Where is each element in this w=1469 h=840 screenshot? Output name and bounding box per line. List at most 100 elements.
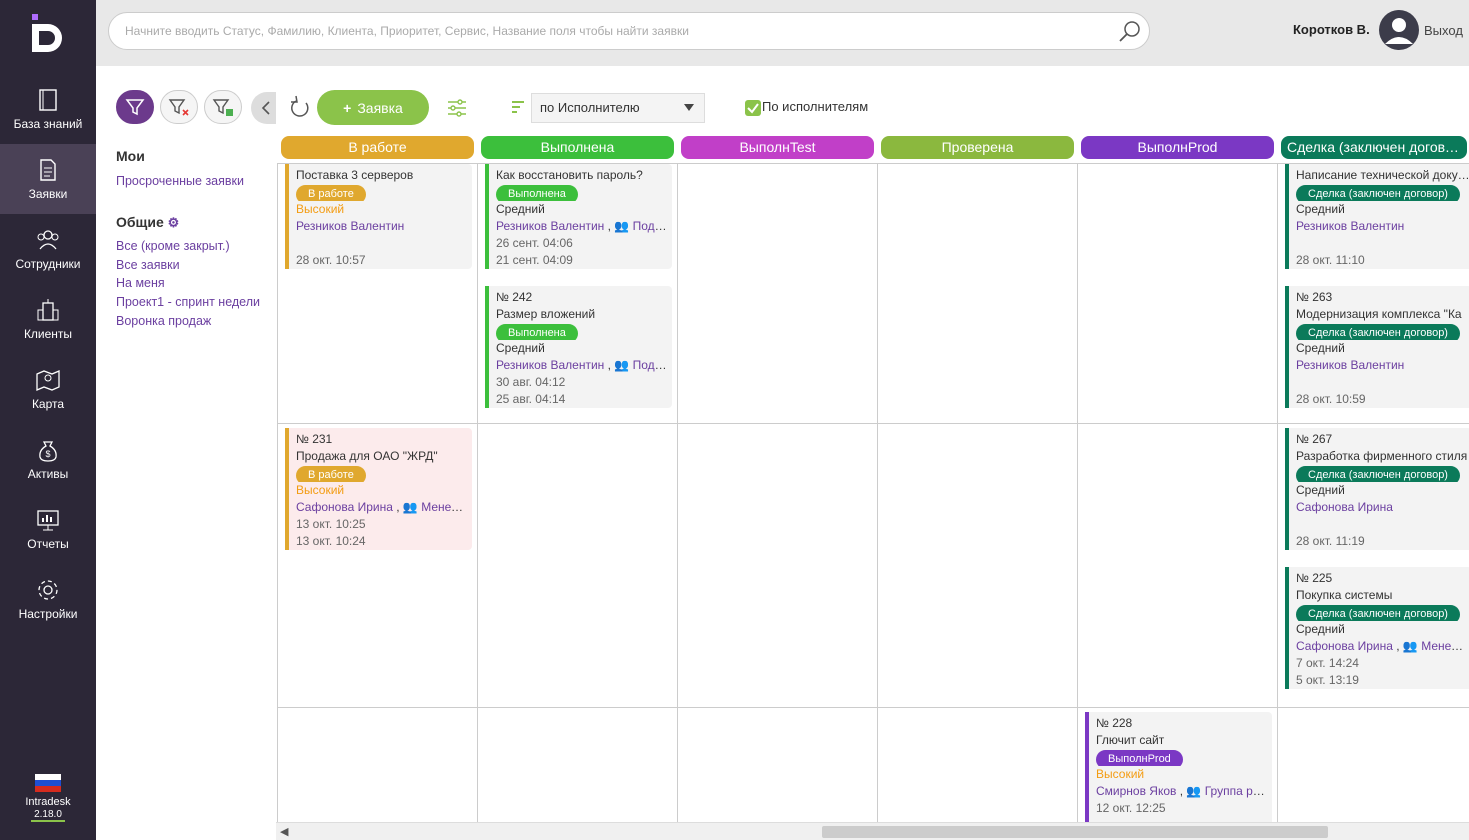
gear-icon[interactable]: ⚙ [168, 215, 180, 230]
filter-link-sales-funnel[interactable]: Воронка продаж [116, 314, 261, 328]
filter-link-sprint[interactable]: Проект1 - спринт недели [116, 295, 261, 309]
card-date: 21 сент. 04:09 [496, 253, 573, 267]
card-date: 13 окт. 10:25 [296, 517, 366, 531]
money-bag-icon: $ [39, 441, 57, 462]
card-date [1296, 235, 1469, 252]
group-by-select[interactable]: по Исполнителю [531, 93, 705, 123]
status-badge: В работе [296, 185, 366, 201]
sidebar-item-gear[interactable]: Настройки [0, 564, 96, 634]
row-divider [277, 707, 1469, 708]
priority-label: Средний [496, 202, 545, 216]
ticket-card[interactable]: № 228 Глючит сайт ВыполнProd Высокий Смирнов… [1085, 712, 1272, 822]
card-text: № 231 [296, 432, 333, 446]
sidebar-item-chart[interactable]: Отчеты [0, 494, 96, 564]
user-name[interactable]: Коротков В. [1293, 22, 1370, 37]
sidebar-item-book[interactable]: База знаний [0, 74, 96, 144]
card-text: Разработка фирменного стиля [1296, 449, 1468, 463]
book-icon [39, 89, 57, 111]
ticket-card[interactable]: № 225 Покупка системы Сделка (заключен дог… [1285, 567, 1469, 689]
ticket-card[interactable]: Как восстановить пароль? Выполнена Средний… [485, 164, 672, 269]
card-date: 28 окт. 11:19 [1296, 534, 1365, 548]
status-badge: Сделка (заключен договор) [1296, 466, 1460, 482]
status-badge: ВыполнProd [1096, 750, 1183, 766]
filter-link-all[interactable]: Все заявки [116, 258, 261, 272]
scroll-thumb[interactable] [822, 826, 1328, 838]
card-text: № 228 [1096, 716, 1133, 730]
sidebar-item-label: Карта [31, 397, 65, 411]
horizontal-scrollbar[interactable]: ◀ [276, 822, 1469, 840]
column-divider [877, 164, 878, 822]
search-input[interactable] [108, 12, 1150, 50]
assignee-name[interactable]: Резников Валентин [496, 358, 604, 372]
filter-save-icon [212, 99, 233, 116]
card-text: № 225 [1296, 571, 1333, 585]
ticket-card[interactable]: Поставка 3 серверов В работе Высокий Резник… [285, 164, 472, 269]
checkmark-icon [747, 103, 759, 114]
group-name[interactable]: Группа разработки [1205, 784, 1270, 798]
column-header[interactable]: Выполнена [481, 136, 674, 159]
intradesk-logo[interactable] [28, 12, 70, 54]
filter-link-overdue[interactable]: Просроченные заявки [116, 174, 261, 188]
ticket-card[interactable]: № 242 Размер вложений Выполнена Средний Резн… [485, 286, 672, 408]
sidebar-item-map[interactable]: Карта [0, 354, 96, 424]
filter-link-assigned-me[interactable]: На меня [116, 276, 261, 290]
russia-flag-icon[interactable] [35, 774, 61, 792]
column-header[interactable]: ВыполнProd [1081, 136, 1274, 159]
ticket-card[interactable]: Написание технической документации Сделка… [1285, 164, 1469, 269]
avatar[interactable] [1379, 10, 1419, 50]
assignee-name[interactable]: Резников Валентин [496, 219, 604, 233]
assignee-name[interactable]: Резников Валентин [1296, 219, 1404, 233]
column-header[interactable]: В работе [281, 136, 474, 159]
group-name[interactable]: Менеджеры [1421, 639, 1469, 653]
ticket-card[interactable]: № 231 Продажа для ОАО "ЖРД" В работе Высоки… [285, 428, 472, 550]
brand-name: Intradesk [25, 796, 71, 808]
column-header[interactable]: Сделка (заключен договор) [1281, 136, 1467, 159]
sliders-icon[interactable] [447, 98, 467, 118]
sidebar-item-building[interactable]: Клиенты [0, 284, 96, 354]
group-name[interactable]: Поддержка [633, 219, 670, 233]
group-name[interactable]: Менеджеры [421, 500, 470, 514]
sidebar-item-document[interactable]: Заявки [0, 144, 96, 214]
save-filter-button[interactable] [204, 90, 242, 124]
ticket-card[interactable]: № 267 Разработка фирменного стиля Сделка (… [1285, 428, 1469, 550]
priority-label: Высокий [296, 202, 345, 216]
filter-button[interactable] [116, 90, 154, 124]
ticket-card[interactable]: № 263 Модернизация комплекса "Ка Сделка (з… [1285, 286, 1469, 408]
assignee-name[interactable]: Смирнов Яков [1096, 784, 1176, 798]
card-text: Модернизация комплекса "Ка [1296, 307, 1462, 321]
clear-filter-button[interactable] [160, 90, 198, 124]
sidebar-item-label: Сотрудники [15, 257, 81, 271]
by-assignee-label: По исполнителям [762, 99, 869, 114]
group-icon: 👥 [402, 500, 418, 514]
column-header[interactable]: ВыполнTest [681, 136, 874, 159]
column-divider [1077, 164, 1078, 822]
sidebar-item-label: Клиенты [23, 327, 73, 341]
assignee-name[interactable]: Сафонова Ирина [1296, 639, 1393, 653]
priority-label: Высокий [296, 483, 345, 497]
assignee-name[interactable]: Резников Валентин [1296, 358, 1404, 372]
sidebar-item-money-bag[interactable]: $ Активы [0, 424, 96, 494]
assignee-name[interactable]: Сафонова Ирина [296, 500, 393, 514]
group-icon: 👥 [614, 358, 630, 372]
refresh-icon[interactable] [288, 94, 312, 120]
card-text: № 263 [1296, 290, 1333, 304]
column-header[interactable]: Проверена [881, 136, 1074, 159]
chart-icon [37, 510, 59, 531]
building-icon [37, 299, 59, 321]
logout-link[interactable]: Выход [1424, 23, 1463, 38]
group-name[interactable]: Поддержка [633, 358, 670, 372]
assignee-name[interactable]: Резников Валентин [296, 219, 404, 233]
by-assignee-checkbox[interactable] [745, 100, 761, 116]
group-icon: 👥 [1402, 639, 1418, 653]
assignee-name[interactable]: Сафонова Ирина [1296, 500, 1393, 514]
chevron-left-icon [261, 101, 270, 115]
new-ticket-button[interactable]: + Заявка [317, 90, 429, 125]
search-icon[interactable] [1118, 19, 1142, 43]
scroll-left-icon[interactable]: ◀ [280, 825, 288, 838]
sidebar-item-users[interactable]: Сотрудники [0, 214, 96, 284]
status-badge: Выполнена [496, 324, 578, 340]
filters-panel: Мои Просроченные заявки Общие ⚙ Все (кро… [96, 66, 281, 840]
status-badge: Сделка (заключен договор) [1296, 185, 1460, 201]
filter-link-all-open[interactable]: Все (кроме закрыт.) [116, 239, 261, 253]
card-date: 5 окт. 13:19 [1296, 673, 1359, 687]
